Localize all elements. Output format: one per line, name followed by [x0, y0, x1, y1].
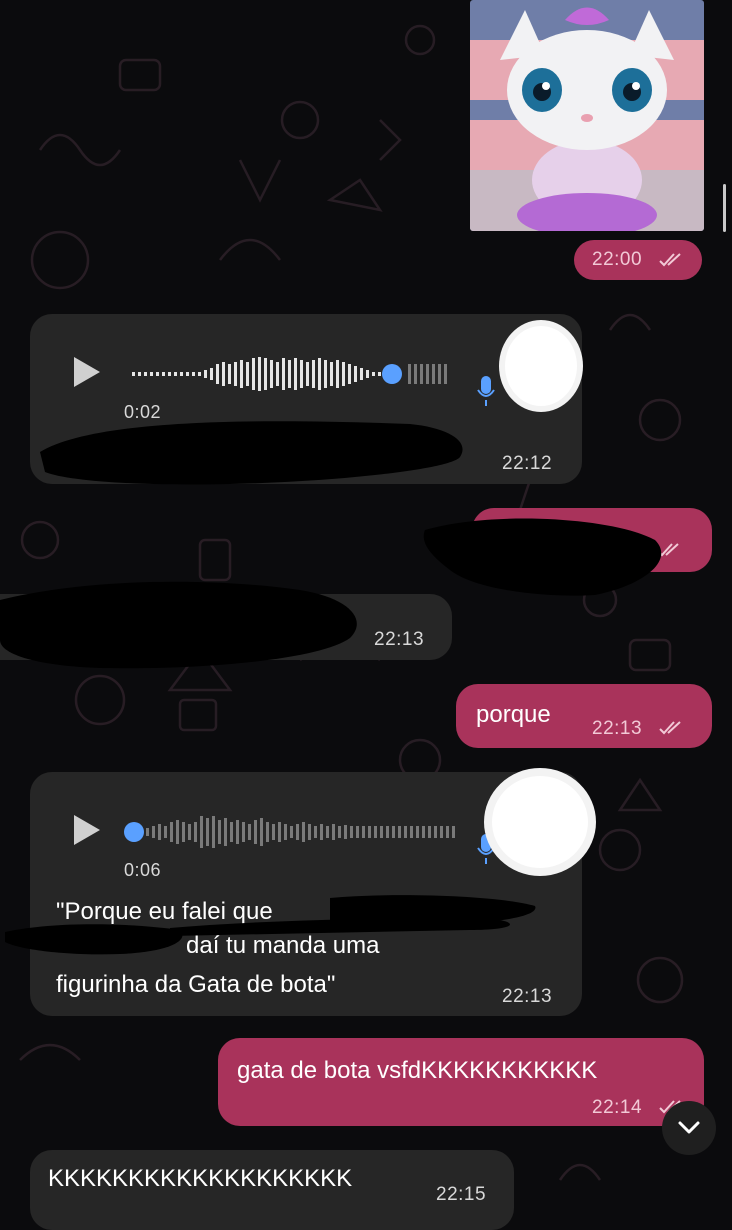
message-time: 22:15: [436, 1184, 487, 1205]
play-icon[interactable]: [74, 357, 100, 387]
sender-avatar-blurred[interactable]: [496, 316, 586, 416]
outgoing-message[interactable]: gata de bota vsfdKKKKKKKKKKK 22:14: [218, 1038, 704, 1126]
redaction-mark: [40, 421, 463, 485]
sticker-image-angela-cat[interactable]: [470, 0, 704, 231]
scrollbar[interactable]: [723, 184, 726, 232]
chevron-down-icon: [678, 1121, 700, 1134]
redaction-mark: [423, 518, 662, 596]
redaction-mark: [5, 895, 536, 955]
double-check-icon: [659, 253, 681, 267]
scroll-to-bottom-button[interactable]: [662, 1101, 716, 1155]
message-time: 22:12: [502, 453, 553, 474]
message-time: 22:13: [374, 629, 425, 650]
redaction-mark: [0, 581, 357, 669]
message-text: KKKKKKKKKKKKKKKKKKK: [48, 1165, 353, 1192]
message-time: 22:14: [592, 1097, 643, 1118]
voice-duration: 0:06: [124, 860, 162, 880]
incoming-message[interactable]: KKKKKKKKKKKKKKKKKKK 22:15: [30, 1150, 514, 1230]
message-time: 22:00: [592, 249, 643, 270]
microphone-icon: [477, 376, 495, 406]
message-text: porque: [476, 701, 551, 728]
message-text: gata de bota vsfdKKKKKKKKKKK: [237, 1057, 598, 1084]
waveform[interactable]: [122, 812, 462, 852]
play-icon[interactable]: [74, 815, 100, 845]
sender-avatar-blurred[interactable]: [480, 764, 600, 884]
message-time: 22:13: [592, 718, 643, 739]
waveform[interactable]: [132, 354, 462, 394]
sticker-time-pill: 22:00: [574, 240, 702, 280]
transcript-line: figurinha da Gata de bota": [56, 971, 336, 998]
message-time: 22:13: [502, 986, 553, 1007]
double-check-icon: [659, 721, 681, 735]
outgoing-message[interactable]: porque 22:13: [456, 684, 712, 748]
